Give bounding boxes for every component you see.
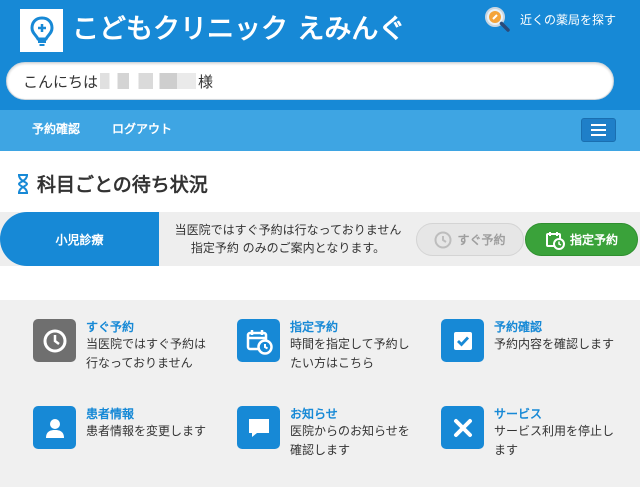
tile-title: お知らせ — [290, 407, 338, 421]
appointment-reservation-button[interactable]: 指定予約 — [525, 223, 638, 256]
immediate-reservation-button[interactable]: すぐ予約 — [416, 223, 524, 256]
section-title-text: 科目ごとの待ち状況 — [37, 174, 208, 196]
appointment-reservation-label: 指定予約 — [569, 233, 618, 247]
user-icon — [33, 406, 76, 449]
greeting-suffix: 様 — [198, 72, 214, 91]
logo-icon[interactable] — [20, 9, 63, 52]
find-pharmacy-label: 近くの薬局を探す — [520, 12, 617, 27]
feature-grid: すぐ予約 当医院ではすぐ予約は行なっておりません 指定予約 時間を指定して予約し… — [0, 300, 640, 487]
nav-reservation-check[interactable]: 予約確認 — [32, 110, 80, 148]
hamburger-menu-button[interactable] — [581, 118, 616, 142]
close-x-icon — [441, 406, 484, 449]
search-pharmacy-icon — [485, 7, 510, 32]
tile-title: すぐ予約 — [86, 320, 135, 334]
wait-status-row: 小児診療 当医院ではすぐ予約は行なっておりません 指定予約 のみのご案内となりま… — [0, 212, 640, 266]
tile-patient-info[interactable]: 患者情報 患者情報を変更します — [33, 406, 223, 449]
tile-desc: 時間を指定して予約したい方はこちら — [290, 337, 410, 370]
menu-bar-icon — [591, 124, 606, 126]
nav-bar: 予約確認 ログアウト — [0, 110, 640, 151]
nav-logout[interactable]: ログアウト — [112, 110, 172, 148]
tile-title: サービス — [494, 407, 543, 421]
tile-title: 指定予約 — [290, 320, 339, 334]
calendar-clock-icon — [237, 319, 280, 362]
wait-message-line2: 指定予約 のみのご案内となります。 — [190, 241, 386, 255]
wait-message: 当医院ではすぐ予約は行なっておりません 指定予約 のみのご案内となります。 — [164, 221, 412, 257]
menu-bar-icon — [591, 134, 606, 136]
tile-title: 患者情報 — [86, 407, 135, 421]
checkbox-icon — [441, 319, 484, 362]
tile-desc: サービス利用を停止します — [494, 424, 615, 457]
tile-service[interactable]: サービス サービス利用を停止します — [441, 406, 637, 460]
greeting-prefix: こんにちは — [23, 72, 99, 91]
clock-icon — [33, 319, 76, 362]
department-label: 小児診療 — [0, 212, 159, 266]
tile-reservation-check[interactable]: 予約確認 予約内容を確認します — [441, 319, 637, 362]
speech-bubble-icon — [237, 406, 280, 449]
tile-desc: 予約内容を確認します — [494, 337, 615, 351]
hourglass-icon — [17, 173, 29, 194]
tile-desc: 当医院ではすぐ予約は行なっておりません — [86, 337, 207, 370]
section-title: 科目ごとの待ち状況 — [16, 170, 208, 197]
app-header: こどもクリニック えみんぐ 近くの薬局を探す こんにちは 様 — [0, 0, 640, 110]
tile-immediate-reservation[interactable]: すぐ予約 当医院ではすぐ予約は行なっておりません — [33, 319, 223, 373]
tile-notices[interactable]: お知らせ 医院からのお知らせを確認します — [237, 406, 427, 460]
tile-desc: 患者情報を変更します — [86, 424, 207, 438]
redacted-name — [100, 73, 197, 89]
wait-message-line1: 当医院ではすぐ予約は行なっておりません — [174, 223, 402, 237]
immediate-reservation-label: すぐ予約 — [457, 233, 506, 247]
greeting-bar: こんにちは 様 — [6, 62, 614, 100]
menu-bar-icon — [591, 129, 606, 131]
tile-desc: 医院からのお知らせを確認します — [290, 424, 410, 457]
find-pharmacy-link[interactable]: 近くの薬局を探す — [484, 6, 616, 32]
clock-icon — [434, 231, 452, 248]
calendar-clock-icon — [545, 231, 565, 250]
tile-appointment-reservation[interactable]: 指定予約 時間を指定して予約したい方はこちら — [237, 319, 427, 373]
clinic-name[interactable]: こどもクリニック えみんぐ — [72, 10, 405, 50]
tile-title: 予約確認 — [494, 320, 543, 334]
